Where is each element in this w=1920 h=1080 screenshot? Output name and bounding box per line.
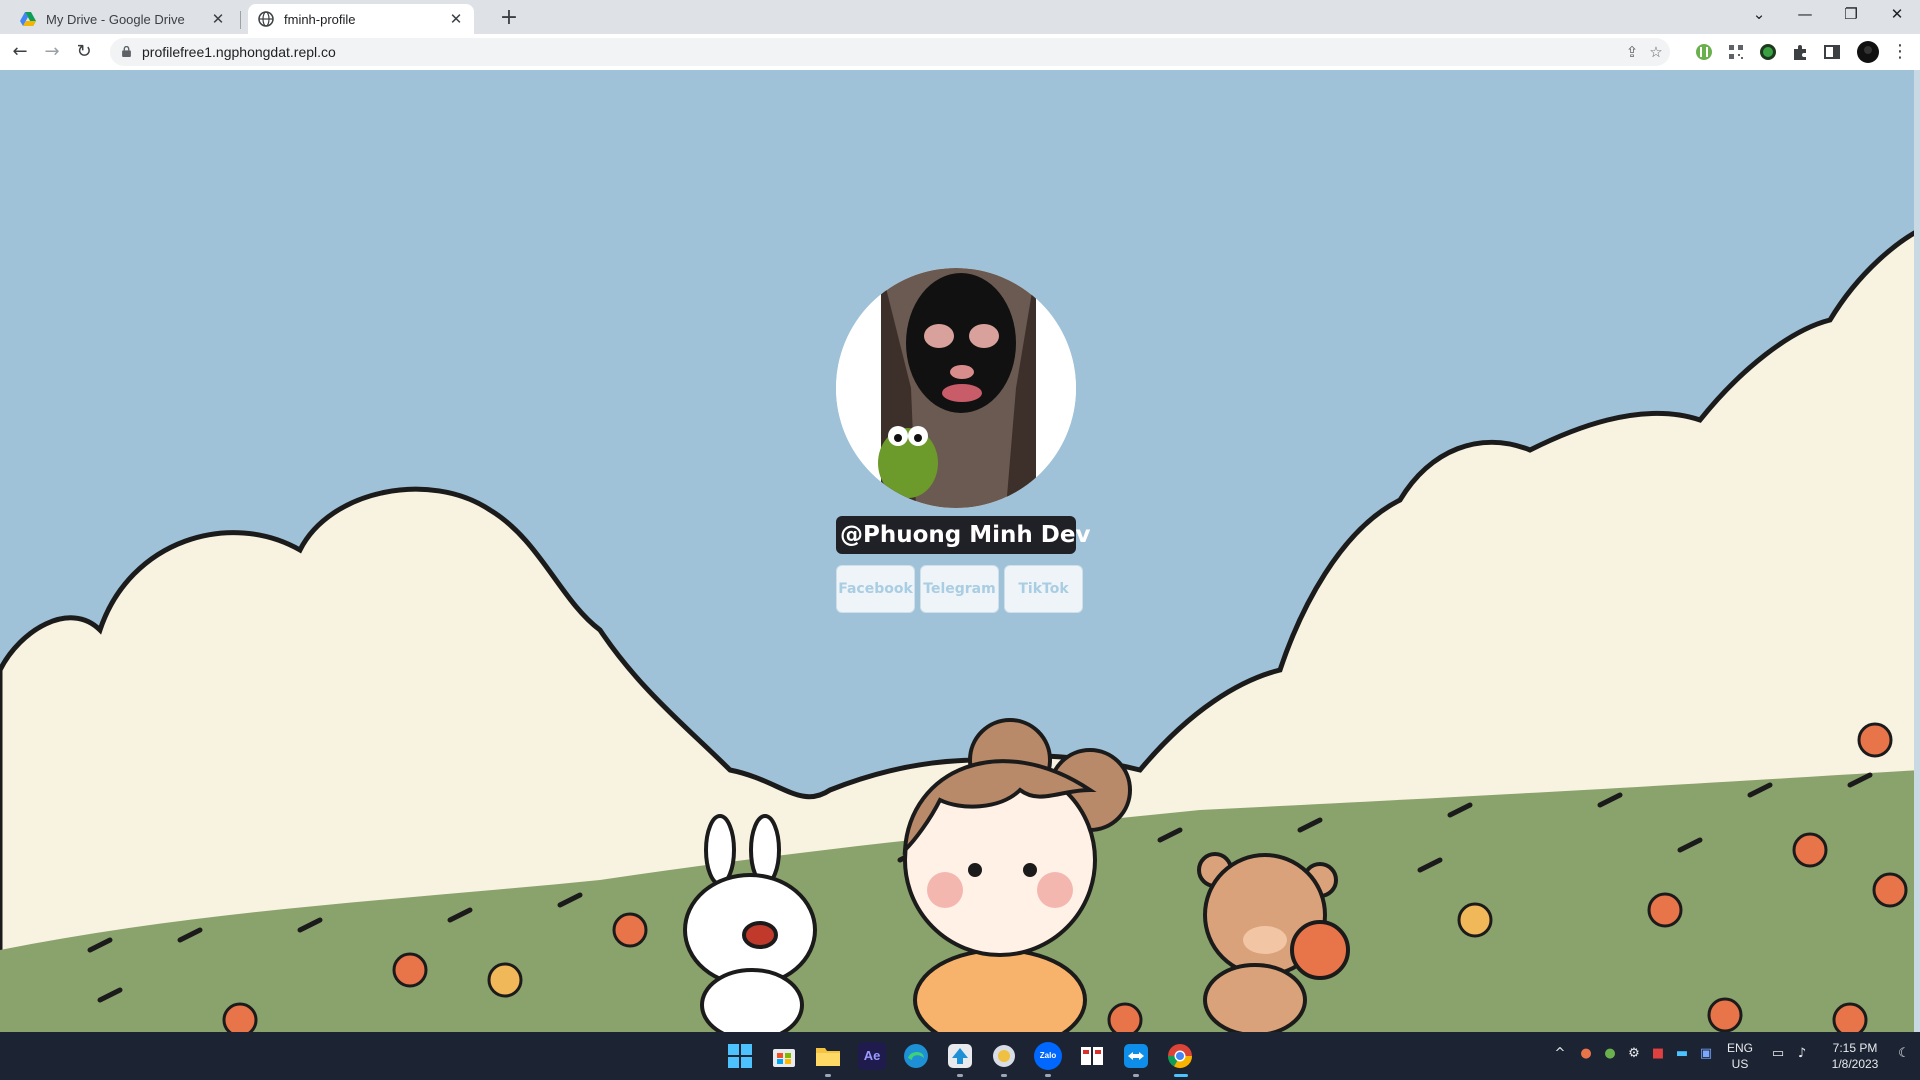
avatar-photo [836,268,1076,508]
share-icon[interactable]: ⇪ [1624,44,1640,60]
app-icon[interactable] [946,1042,974,1070]
reload-icon[interactable]: ↻ [72,40,96,64]
tab-title: fminh-profile [284,11,356,27]
telegram-link-button[interactable]: Telegram [920,565,999,613]
profile-avatar-image [836,268,1076,508]
page-viewport: @Phuong Minh Dev Facebook Telegram TikTo… [0,70,1920,1032]
running-indicator [1045,1074,1051,1077]
tray-app-icon[interactable]: ⚙ [1626,1046,1642,1062]
windows-taskbar: Ae Zalo ^ ● ● ⚙ ■ ▬ ▣ ENG US ▭ ♪ 7:15 PM… [0,1032,1920,1080]
volume-icon[interactable]: ♪ [1794,1046,1810,1062]
back-icon[interactable]: ← [8,40,32,64]
restore-icon[interactable]: ❐ [1828,0,1874,30]
minimize-icon[interactable]: — [1782,0,1828,30]
new-tab-button[interactable]: + [496,6,522,32]
close-tab-icon[interactable]: ✕ [448,10,464,28]
social-links: Facebook Telegram TikTok [836,565,1083,613]
tray-app-icon[interactable]: ● [1578,1046,1594,1062]
menu-dots-icon[interactable]: ⋮ [1888,40,1912,64]
running-indicator [1133,1074,1139,1077]
active-indicator [1174,1074,1188,1077]
tray-app-icon[interactable]: ● [1602,1046,1618,1062]
tab-fminh-profile[interactable]: fminh-profile ✕ [248,4,474,34]
chrome-icon[interactable] [1166,1042,1194,1070]
tray-app-icon[interactable]: ■ [1650,1046,1666,1062]
globe-icon [258,11,274,27]
tab-separator [240,11,241,29]
running-indicator [957,1074,963,1077]
input-region[interactable]: US [1722,1057,1758,1071]
qr-code-icon[interactable] [1726,42,1746,62]
clock-time[interactable]: 7:15 PM [1820,1041,1890,1055]
after-effects-icon[interactable]: Ae [858,1042,886,1070]
close-tab-icon[interactable]: ✕ [210,10,226,28]
chevron-up-icon[interactable]: ^ [1552,1046,1568,1062]
google-drive-icon [20,12,36,26]
lock-icon [122,46,131,57]
teamviewer-icon[interactable] [1122,1042,1150,1070]
extension-icon[interactable] [1758,42,1778,62]
tiktok-link-button[interactable]: TikTok [1004,565,1083,613]
zalo-icon[interactable]: Zalo [1034,1042,1062,1070]
app-icon[interactable] [990,1042,1018,1070]
running-indicator [1001,1074,1007,1077]
network-icon[interactable]: ▭ [1770,1046,1786,1062]
windows-start-icon[interactable] [726,1042,754,1070]
tab-search-icon[interactable]: ⌄ [1736,0,1782,30]
browser-toolbar: ← → ↻ profilefree1.ngphongdat.repl.co ⇪ … [0,34,1920,71]
running-indicator [825,1074,831,1077]
forward-icon[interactable]: → [40,40,64,64]
tray-app-icon[interactable]: ▬ [1674,1046,1690,1062]
edge-icon[interactable] [902,1042,930,1070]
notification-icon[interactable]: ☾ [1896,1046,1912,1062]
tray-app-icon[interactable]: ▣ [1698,1046,1714,1062]
extension-icon[interactable] [1694,42,1714,62]
app-icon[interactable] [1078,1042,1106,1070]
profile-username: @Phuong Minh Dev [836,516,1090,554]
clock-date[interactable]: 1/8/2023 [1820,1057,1890,1071]
close-window-icon[interactable]: ✕ [1874,0,1920,30]
bookmark-star-icon[interactable]: ☆ [1648,44,1664,60]
microsoft-store-icon[interactable] [770,1042,798,1070]
facebook-link-button[interactable]: Facebook [836,565,915,613]
page-scrollbar[interactable] [1914,70,1920,1032]
input-language[interactable]: ENG [1722,1041,1758,1055]
tab-title: My Drive - Google Drive [46,11,185,27]
tab-strip: My Drive - Google Drive ✕ fminh-profile … [0,0,1920,34]
url-text[interactable]: profilefree1.ngphongdat.repl.co [142,38,336,66]
address-bar[interactable]: profilefree1.ngphongdat.repl.co ⇪ ☆ [110,38,1670,66]
tab-google-drive[interactable]: My Drive - Google Drive ✕ [10,4,236,34]
profile-avatar[interactable] [1856,40,1880,64]
file-explorer-icon[interactable] [814,1042,842,1070]
side-panel-icon[interactable] [1822,42,1842,62]
puzzle-extensions-icon[interactable] [1790,42,1810,62]
